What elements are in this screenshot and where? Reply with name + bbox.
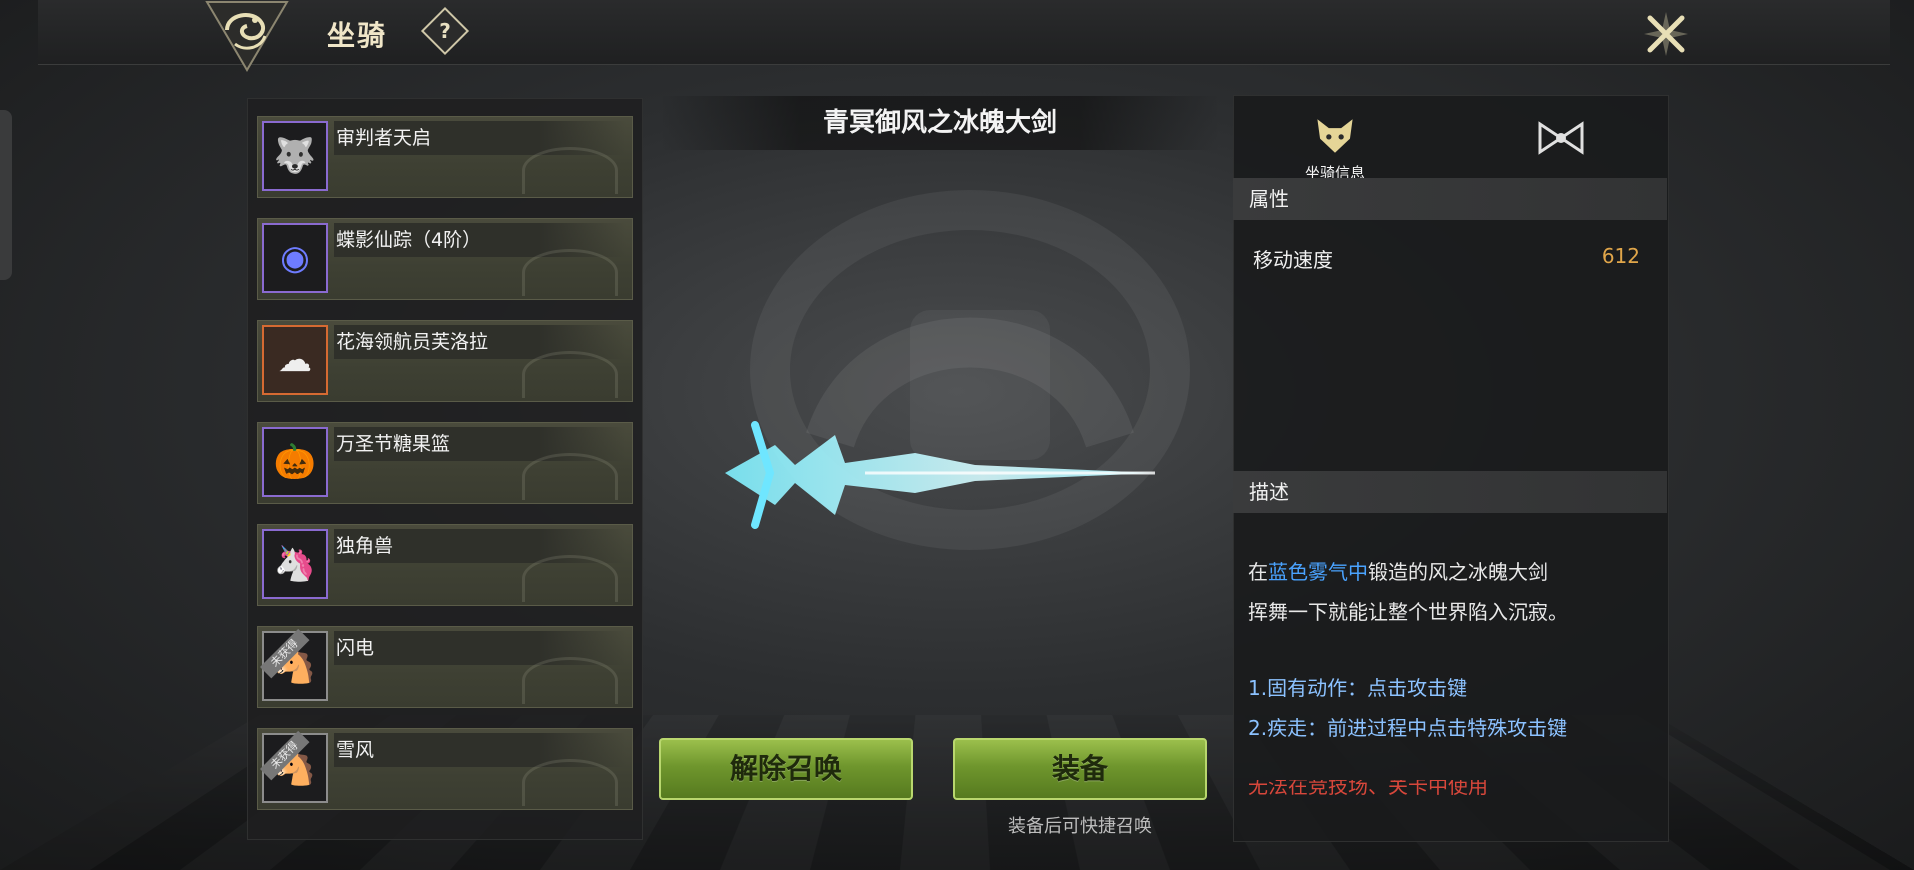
mount-name: 雪风 bbox=[336, 739, 375, 761]
skill-line-2: 2.疾走：前进过程中点击特殊攻击键 bbox=[1248, 716, 1568, 740]
close-button[interactable] bbox=[1640, 8, 1692, 60]
unsummon-button[interactable]: 解除召唤 bbox=[659, 738, 913, 800]
mount-name: 闪电 bbox=[336, 637, 375, 659]
description-line-2: 挥舞一下就能让整个世界陷入沉寂。 bbox=[1248, 600, 1568, 624]
pumpkin-icon: 🎃 bbox=[262, 427, 328, 497]
butterfly-orb-icon: ◉ bbox=[262, 223, 328, 293]
mount-name: 花海领航员芙洛拉 bbox=[336, 331, 489, 353]
mount-list-item[interactable]: ◉ 蝶影仙踪（4阶） bbox=[257, 218, 633, 300]
equip-button[interactable]: 装备 bbox=[953, 738, 1207, 800]
top-bar bbox=[38, 0, 1890, 65]
mount-name: 审判者天启 bbox=[336, 127, 432, 149]
werewolf-icon: 🐺 bbox=[262, 121, 328, 191]
description-scroll-clip: 无法在竞技场、关卡中使用 bbox=[1233, 780, 1667, 796]
mount-list-item[interactable]: 🐺 审判者天启 bbox=[257, 116, 633, 198]
equip-hint: 装备后可快捷召唤 bbox=[1008, 816, 1152, 837]
help-icon: ? bbox=[439, 19, 451, 43]
selected-mount-title: 青冥御风之冰魄大剑 bbox=[660, 96, 1220, 150]
description-highlight: 蓝色雾气中 bbox=[1268, 560, 1368, 584]
mount-list-item[interactable]: 🐴 未获得 雪风 bbox=[257, 728, 633, 810]
description-line-1: 在蓝色雾气中锻造的风之冰魄大剑 bbox=[1248, 560, 1548, 584]
usage-warning: 无法在竞技场、关卡中使用 bbox=[1248, 780, 1488, 796]
attribute-value: 612 bbox=[1601, 244, 1640, 268]
attributes-heading: 属性 bbox=[1233, 178, 1667, 220]
mount-name: 独角兽 bbox=[336, 535, 394, 557]
mount-list-item[interactable]: 🐴 未获得 闪电 bbox=[257, 626, 633, 708]
unicorn-icon: 🦄 bbox=[262, 529, 328, 599]
mount-name: 蝶影仙踪（4阶） bbox=[336, 229, 482, 251]
tab-mount-info[interactable]: 坐骑信息 bbox=[1290, 108, 1380, 186]
page-title: 坐骑 bbox=[327, 19, 388, 52]
mount-preview-sword bbox=[725, 421, 1155, 529]
bow-icon[interactable] bbox=[1536, 118, 1586, 160]
skill-line-1: 1.固有动作：点击攻击键 bbox=[1248, 676, 1468, 700]
mount-list-item[interactable]: ☁ 花海领航员芙洛拉 bbox=[257, 320, 633, 402]
mount-list-item[interactable]: 🦄 独角兽 bbox=[257, 524, 633, 606]
cloud-sheep-icon: ☁ bbox=[262, 325, 328, 395]
dragon-crest-icon bbox=[205, 0, 289, 72]
description-heading: 描述 bbox=[1233, 471, 1667, 513]
side-tab-handle[interactable] bbox=[0, 110, 12, 280]
fox-head-icon bbox=[1317, 119, 1353, 153]
mount-name: 万圣节糖果篮 bbox=[336, 433, 451, 455]
attribute-name: 移动速度 bbox=[1253, 248, 1333, 272]
mount-list-item[interactable]: 🎃 万圣节糖果篮 bbox=[257, 422, 633, 504]
